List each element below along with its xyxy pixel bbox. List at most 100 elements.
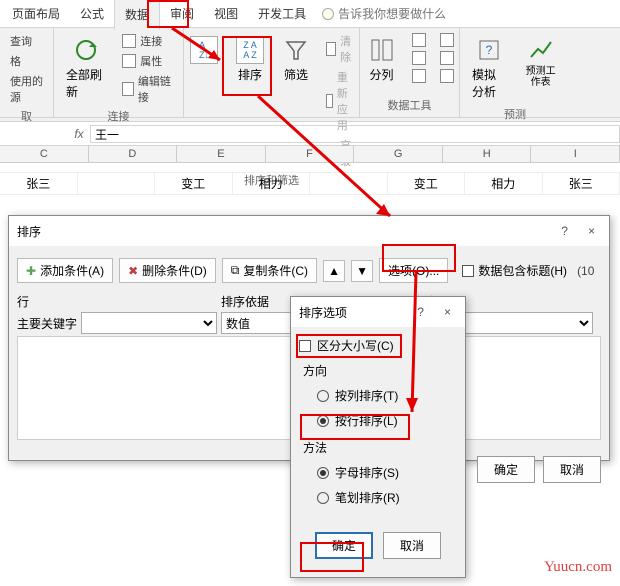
recent-item[interactable]: 使用的源 [6, 72, 47, 106]
group-forecast: ? 模拟分析 预测工作表 预测 [460, 28, 570, 117]
tab-开发工具[interactable]: 开发工具 [248, 0, 316, 29]
tab-公式[interactable]: 公式 [70, 0, 114, 29]
tab-视图[interactable]: 视图 [204, 0, 248, 29]
consolidate-icon [440, 33, 454, 47]
clear-item: 清除 [322, 32, 359, 66]
sort-column-select[interactable] [81, 312, 217, 334]
column-header[interactable]: H [443, 146, 532, 162]
column-header[interactable]: C [0, 146, 89, 162]
sort-asc-button[interactable]: AZ↓ [184, 32, 224, 68]
column-header[interactable]: G [354, 146, 443, 162]
sort-icon: AZ↓ [190, 36, 218, 64]
stroke-radio[interactable]: 笔划排序(R) [303, 485, 453, 510]
query-item[interactable]: 查询 [6, 32, 36, 50]
close-button[interactable]: × [582, 222, 601, 240]
cell[interactable]: 变工 [155, 173, 233, 194]
connections-item[interactable]: 连接 [118, 32, 177, 50]
data-model-icon [440, 69, 454, 83]
cell[interactable]: 张三 [543, 173, 620, 194]
cell[interactable]: 张三 [0, 173, 78, 194]
radio-icon [317, 415, 329, 427]
tab-审阅[interactable]: 审阅 [160, 0, 204, 29]
forecast-button[interactable]: 预测工作表 [517, 32, 564, 92]
column-header[interactable]: F [266, 146, 355, 162]
cell[interactable]: 相力 [465, 173, 543, 194]
group-title: 连接 [108, 106, 130, 126]
plus-icon: ✚ [26, 264, 36, 278]
by-column-radio[interactable]: 按列排序(T) [303, 383, 453, 408]
whatif-icon: ? [475, 36, 503, 64]
case-sensitive-checkbox[interactable]: 区分大小写(C) [299, 335, 457, 356]
options-cancel-button[interactable]: 取消 [383, 532, 441, 559]
add-level-button[interactable]: ✚添加条件(A) [17, 258, 113, 283]
relationships-item[interactable] [436, 50, 458, 66]
sort-options-dialog: 排序选项 ? × 区分大小写(C) 方向 按列排序(T) 按行排序(L) 方法 … [290, 296, 466, 578]
sort-cancel-button[interactable]: 取消 [543, 456, 601, 483]
link-icon [122, 34, 136, 48]
group-sort-filter: AZ↓ Z AA Z 排序 筛选 清除 重新应用 高级 排序和筛选 [184, 28, 360, 117]
remove-dup-item[interactable] [408, 50, 430, 66]
svg-text:?: ? [485, 43, 492, 57]
close-button[interactable]: × [438, 303, 457, 321]
tab-数据[interactable]: 数据 [114, 0, 160, 30]
cell[interactable]: 相力 [233, 173, 311, 194]
table-item[interactable]: 格 [6, 52, 25, 70]
group-connections: 全部刷新 连接 属性 编辑链接 连接 [54, 28, 184, 117]
direction-label: 方向 [303, 362, 453, 379]
radio-icon [317, 492, 329, 504]
options-button[interactable]: 选项(O)... [379, 258, 448, 283]
help-button[interactable]: ? [411, 303, 430, 321]
tell-me[interactable]: 告诉我你想要做什么 [322, 5, 446, 22]
column-header[interactable]: D [89, 146, 178, 162]
sort-dialog-icon: Z AA Z [236, 36, 264, 64]
watermark: Yuucn.com [544, 559, 612, 576]
consolidate-item[interactable] [436, 32, 458, 48]
checkbox-icon [299, 340, 311, 352]
cell[interactable]: 变工 [388, 173, 466, 194]
help-button[interactable]: ? [555, 222, 574, 240]
cell[interactable] [78, 173, 156, 194]
header-checkbox[interactable]: 数据包含标题(H) [462, 262, 567, 279]
properties-item[interactable]: 属性 [118, 52, 177, 70]
column-header[interactable]: I [531, 146, 620, 162]
dialog-titlebar[interactable]: 排序选项 ? × [291, 297, 465, 327]
text-to-columns-button[interactable]: 分列 [362, 32, 402, 87]
flash-fill-item[interactable] [408, 32, 430, 48]
flash-fill-icon [412, 33, 426, 47]
sort-button[interactable]: Z AA Z 排序 [230, 32, 270, 87]
dialog-title: 排序选项 [299, 304, 347, 321]
copy-icon: ⧉ [231, 263, 240, 278]
x-icon: ✖ [128, 264, 138, 278]
copy-level-button[interactable]: ⧉复制条件(C) [222, 258, 317, 283]
delete-level-button[interactable]: ✖删除条件(D) [119, 258, 216, 283]
move-up-button[interactable]: ▲ [323, 260, 345, 282]
data-row[interactable]: 张三变工相力变工相力张三 [0, 173, 620, 195]
refresh-all-button[interactable]: 全部刷新 [60, 32, 112, 104]
ribbon-tabs: 页面布局公式数据审阅视图开发工具 告诉我你想要做什么 [0, 0, 620, 28]
dialog-titlebar[interactable]: 排序 ? × [9, 216, 609, 246]
by-row-radio[interactable]: 按行排序(L) [303, 408, 453, 433]
pinyin-radio[interactable]: 字母排序(S) [303, 460, 453, 485]
group-get-data: 查询 格 使用的源 取 [0, 28, 54, 117]
validation-icon [412, 69, 426, 83]
tab-页面布局[interactable]: 页面布局 [2, 0, 70, 29]
fx-button[interactable]: fx [68, 127, 90, 141]
radio-icon [317, 390, 329, 402]
tell-me-text: 告诉我你想要做什么 [338, 5, 446, 22]
forecast-icon [527, 36, 555, 64]
formula-input[interactable]: 王一 [90, 125, 620, 143]
validation-item[interactable] [408, 68, 430, 84]
dialog-title: 排序 [17, 223, 41, 240]
method-label: 方法 [303, 439, 453, 456]
filter-button[interactable]: 筛选 [276, 32, 316, 87]
column-header[interactable]: E [177, 146, 266, 162]
cell[interactable] [310, 173, 388, 194]
reapply-icon [326, 94, 333, 108]
sort-ok-button[interactable]: 确定 [477, 456, 535, 483]
data-model-item[interactable] [436, 68, 458, 84]
whatif-button[interactable]: ? 模拟分析 [466, 32, 511, 104]
options-ok-button[interactable]: 确定 [315, 532, 373, 559]
edit-links-item[interactable]: 编辑链接 [118, 72, 177, 106]
move-down-button[interactable]: ▼ [351, 260, 373, 282]
radio-icon [317, 467, 329, 479]
